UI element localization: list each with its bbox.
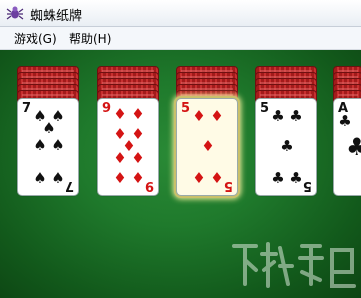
title-bar: 蜘蛛纸牌: [0, 0, 361, 27]
club-icon: ♣: [289, 169, 303, 187]
card-rank: 7: [64, 178, 74, 193]
diamond-icon: ♦: [113, 169, 127, 187]
window-title: 蜘蛛纸牌: [30, 9, 83, 24]
diamond-icon: ♦: [201, 137, 215, 155]
diamond-icon: ♦: [131, 105, 145, 123]
menu-game[interactable]: 游戏(G): [14, 30, 57, 47]
spider-app-icon: [6, 6, 24, 20]
diamond-icon: ♦: [113, 149, 127, 167]
spade-icon: ♠: [42, 119, 56, 137]
diamond-icon: ♦: [131, 149, 145, 167]
card-face-up-selected[interactable]: 5 5 ♦ ♦ ♦ ♦ ♦: [176, 98, 238, 196]
diamond-icon: ♦: [210, 169, 224, 187]
diamond-icon: ♦: [131, 169, 145, 187]
spade-icon: ♠: [33, 169, 47, 187]
card-rank: 7: [22, 101, 32, 116]
club-icon: ♣: [271, 107, 285, 125]
club-icon: ♣: [338, 112, 352, 130]
spade-icon: ♠: [51, 169, 65, 187]
diamond-icon: ♦: [192, 107, 206, 125]
card-rank: 5: [260, 101, 270, 116]
spade-icon: ♠: [33, 136, 47, 154]
menu-bar: 游戏(G) 帮助(H): [0, 27, 361, 50]
diamond-icon: ♦: [113, 105, 127, 123]
card-rank: 9: [102, 101, 112, 116]
diamond-icon: ♦: [192, 169, 206, 187]
club-icon: ♣: [346, 133, 361, 161]
club-icon: ♣: [271, 169, 285, 187]
site-logo-watermark: [232, 242, 356, 288]
card-rank: 5: [223, 178, 233, 193]
card-face-up[interactable]: 5 5 ♣ ♣ ♣ ♣ ♣: [255, 98, 317, 196]
menu-help[interactable]: 帮助(H): [69, 30, 111, 47]
diamond-icon: ♦: [210, 107, 224, 125]
card-rank: 9: [144, 178, 154, 193]
card-face-up[interactable]: 7 7 ♠ ♠ ♠ ♠ ♠ ♠ ♠: [17, 98, 79, 196]
card-face-up[interactable]: 9 9 ♦ ♦ ♦ ♦ ♦ ♦ ♦ ♦ ♦: [97, 98, 159, 196]
card-face-up[interactable]: A ♣ ♣: [333, 98, 361, 196]
card-rank: 5: [181, 101, 191, 116]
card-rank: 5: [302, 178, 312, 193]
club-icon: ♣: [280, 137, 294, 155]
spade-icon: ♠: [51, 136, 65, 154]
club-icon: ♣: [289, 107, 303, 125]
